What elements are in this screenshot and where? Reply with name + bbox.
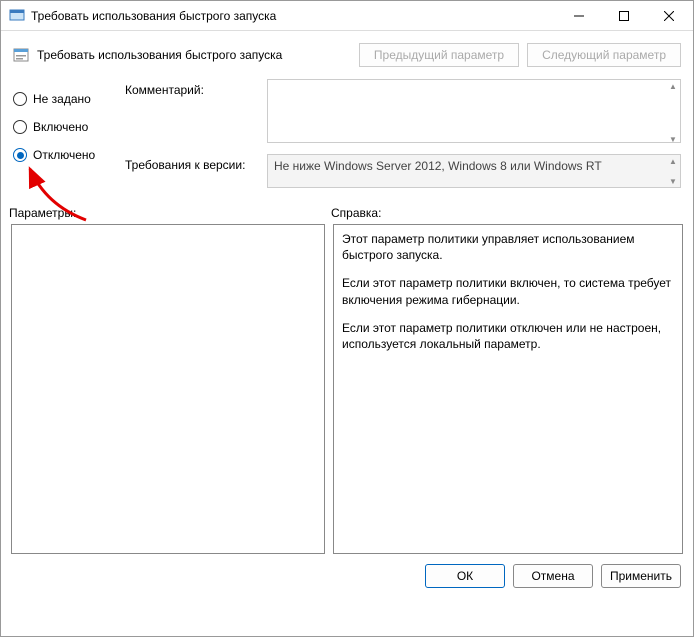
radio-enabled[interactable]: Включено	[13, 113, 113, 141]
comment-textarea[interactable]	[267, 79, 681, 143]
radio-label: Отключено	[33, 148, 95, 162]
radio-disabled[interactable]: Отключено	[13, 141, 113, 169]
dialog-footer: ОК Отмена Применить	[1, 554, 693, 598]
help-section-label: Справка:	[331, 206, 381, 220]
window-app-icon	[9, 8, 25, 24]
radio-not-configured[interactable]: Не задано	[13, 85, 113, 113]
radio-icon	[13, 92, 27, 106]
minimize-button[interactable]	[556, 2, 601, 30]
help-paragraph: Этот параметр политики управляет использ…	[342, 231, 674, 263]
prev-setting-button[interactable]: Предыдущий параметр	[359, 43, 519, 67]
radio-label: Не задано	[33, 92, 91, 106]
help-paragraph: Если этот параметр политики включен, то …	[342, 275, 674, 307]
titlebar: Требовать использования быстрого запуска	[1, 1, 693, 31]
scroll-down-icon[interactable]: ▼	[667, 134, 679, 144]
radio-icon-selected	[13, 148, 27, 162]
options-section-label: Параметры:	[9, 206, 331, 220]
policy-header: Требовать использования быстрого запуска…	[1, 31, 693, 79]
state-radio-group: Не задано Включено Отключено	[13, 79, 113, 196]
cancel-button[interactable]: Отмена	[513, 564, 593, 588]
scroll-down-icon[interactable]: ▼	[667, 176, 679, 186]
scroll-up-icon[interactable]: ▲	[667, 156, 679, 166]
policy-title: Требовать использования быстрого запуска	[37, 48, 351, 62]
next-setting-button[interactable]: Следующий параметр	[527, 43, 681, 67]
help-paragraph: Если этот параметр политики отключен или…	[342, 320, 674, 352]
close-button[interactable]	[646, 2, 691, 30]
policy-icon	[13, 47, 29, 63]
radio-icon	[13, 120, 27, 134]
supported-on-value: Не ниже Windows Server 2012, Windows 8 и…	[267, 154, 681, 188]
supported-on-label: Требования к версии:	[125, 154, 267, 188]
help-panel: Этот параметр политики управляет использ…	[333, 224, 683, 554]
scroll-up-icon[interactable]: ▲	[667, 81, 679, 91]
apply-button[interactable]: Применить	[601, 564, 681, 588]
window-title: Требовать использования быстрого запуска	[31, 9, 556, 23]
comment-label: Комментарий:	[125, 79, 267, 146]
ok-button[interactable]: ОК	[425, 564, 505, 588]
radio-label: Включено	[33, 120, 88, 134]
options-panel	[11, 224, 325, 554]
maximize-button[interactable]	[601, 2, 646, 30]
